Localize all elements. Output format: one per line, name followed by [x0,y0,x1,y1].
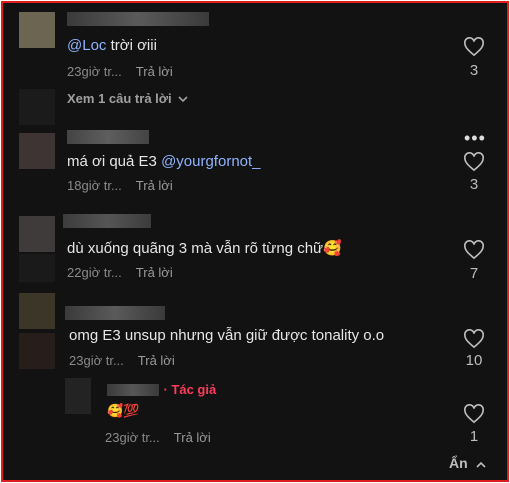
heart-icon [464,37,484,57]
like-button[interactable] [463,152,485,172]
like-count: 1 [469,428,479,445]
avatar-placeholder [19,333,55,369]
like-button[interactable] [463,329,485,349]
timestamp: 23giờ tr... [69,353,124,368]
reply-button[interactable]: Trả lời [136,64,173,79]
like-button[interactable] [463,240,485,260]
like-count: 3 [469,62,479,79]
like-button[interactable] [463,404,485,424]
comments-panel: @Loc trời ơiii 23giờ tr... Trả lời 3 Xem … [1,1,509,482]
avatar[interactable] [19,293,55,329]
avatar-placeholder [19,254,55,282]
chevron-down-icon [178,96,188,103]
reply-header: · Tác giả [107,381,216,399]
comment-meta: 23giờ tr... Trả lời [67,64,173,79]
author-badge: · Tác giả [163,382,217,397]
view-replies-button[interactable]: Xem 1 câu trả lời [67,91,188,106]
avatar[interactable] [19,216,55,252]
username-blurred[interactable] [107,383,159,396]
mention-link[interactable]: @Loc [67,37,106,54]
reply-button[interactable]: Trả lời [136,265,173,280]
heart-icon [464,404,484,424]
timestamp: 23giờ tr... [105,430,160,445]
comment-text: dù xuống quãng 3 mà vẫn rõ từng chữ🥰 [67,240,342,257]
comment-text: omg E3 unsup nhưng vẫn giữ được tonality… [69,327,385,344]
mention-link[interactable]: @yourgfornot_ [161,153,260,170]
reply-button[interactable]: Trả lời [136,178,173,193]
reply-button[interactable]: Trả lời [174,430,211,445]
avatar[interactable] [19,12,55,48]
reply-text: 🥰💯 [107,403,140,418]
timestamp: 18giờ tr... [67,178,122,193]
comment-meta: 18giờ tr... Trả lời [67,178,173,193]
like-button[interactable] [463,37,485,57]
more-dots-icon[interactable]: ••• [464,128,486,149]
username-blurred[interactable] [67,12,209,26]
heart-icon [464,329,484,349]
comment-meta: 23giờ tr... Trả lời [105,430,211,445]
avatar-placeholder [19,89,55,125]
username-blurred[interactable] [63,214,151,228]
hide-replies-button[interactable]: Ẩn [449,455,486,471]
heart-icon [464,240,484,260]
like-count: 10 [465,352,483,369]
reply-button[interactable]: Trả lời [138,353,175,368]
timestamp: 22giờ tr... [67,265,122,280]
avatar[interactable] [19,133,55,169]
username-blurred[interactable] [67,130,149,144]
comment-text: má ơi quả E3 @yourgfornot_ [67,153,261,170]
like-count: 7 [469,265,479,282]
timestamp: 23giờ tr... [67,64,122,79]
like-count: 3 [469,176,479,193]
username-blurred[interactable] [65,306,165,320]
chevron-up-icon [475,461,486,468]
comment-meta: 23giờ tr... Trả lời [69,353,175,368]
comment-meta: 22giờ tr... Trả lời [67,265,173,280]
avatar[interactable] [65,378,91,414]
comment-text: @Loc trời ơiii [67,37,157,54]
heart-icon [464,152,484,172]
